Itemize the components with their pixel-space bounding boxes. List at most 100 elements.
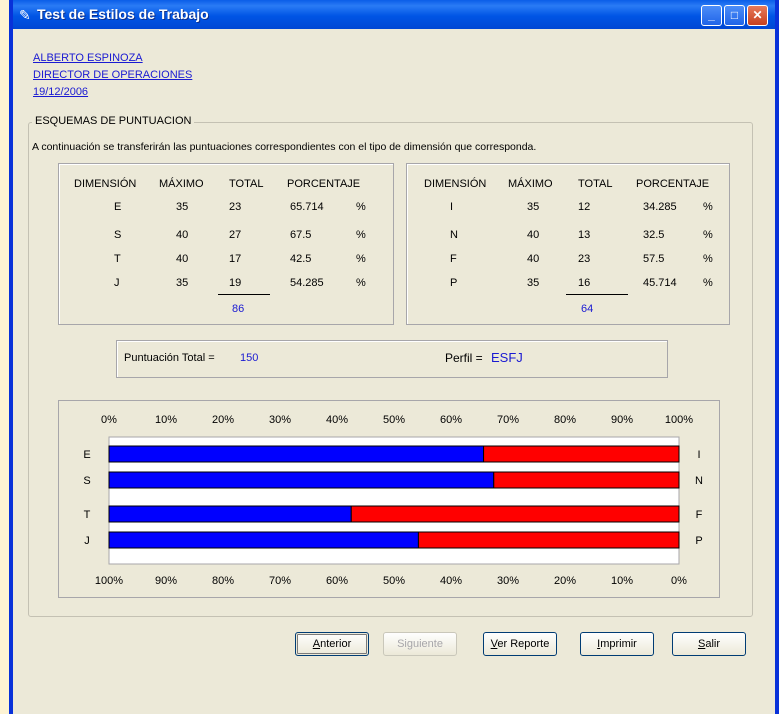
row-total: 27: [229, 229, 242, 241]
ver-reporte-rest: er Reporte: [497, 638, 550, 650]
instructions-text: A continuación se transferirán las puntu…: [32, 141, 537, 153]
app-icon: ✎: [19, 7, 31, 23]
bottom-tick-label: 90%: [155, 575, 177, 587]
col-header-maximo: MÁXIMO: [159, 178, 204, 190]
chart-svg: 0% 10% 20% 30% 40% 50% 60% 70% 80% 90% 100% 100% 90%…: [83, 414, 703, 587]
left-dimension-label: S: [83, 475, 90, 487]
row-pct-sign: %: [356, 253, 366, 265]
bottom-tick-label: 40%: [440, 575, 462, 587]
row-max: 40: [527, 253, 540, 265]
bottom-tick-label: 20%: [554, 575, 576, 587]
anterior-rest: nterior: [320, 638, 352, 650]
row-dim: I: [450, 201, 454, 213]
row-max: 40: [176, 253, 189, 265]
row-dim: F: [450, 253, 457, 265]
row-dim: J: [114, 277, 120, 289]
right-dimension-label: I: [697, 449, 700, 461]
bar-segment-I: [483, 445, 680, 463]
left-dimension-label: J: [84, 535, 90, 547]
top-tick-label: 80%: [554, 414, 576, 426]
row-max: 35: [527, 277, 540, 289]
row-max: 35: [176, 277, 189, 289]
left-dimension-label: E: [83, 449, 90, 461]
salir-rest: alir: [705, 638, 720, 650]
anterior-button[interactable]: Anterior: [295, 632, 369, 656]
groupbox-legend: ESQUEMAS DE PUNTUACION: [32, 115, 195, 127]
top-tick-label: 0%: [101, 414, 117, 426]
anterior-accel: A: [312, 638, 321, 650]
row-dim: N: [450, 229, 458, 241]
bottom-tick-label: 50%: [383, 575, 405, 587]
row-dim: T: [114, 253, 121, 265]
siguiente-label: Siguiente: [397, 638, 443, 650]
total-score-value: 150: [240, 352, 259, 364]
row-pct: 67.5: [290, 229, 312, 241]
row-pct-sign: %: [703, 253, 713, 265]
salir-button[interactable]: Salir: [672, 632, 746, 656]
row-total: 13: [578, 229, 591, 241]
row-total: 19: [229, 277, 242, 289]
total-score-label: Puntuación Total =: [124, 352, 215, 364]
col-header-dimension: DIMENSIÓN: [424, 178, 487, 190]
right-dimension-label: N: [695, 475, 703, 487]
col-header-dimension: DIMENSIÓN: [74, 178, 137, 190]
row-pct-sign: %: [356, 277, 366, 289]
top-tick-label: 30%: [269, 414, 291, 426]
title-bar[interactable]: ✎ Test de Estilos de Trabajo _ □ ✕: [13, 0, 775, 29]
left-dimension-label: T: [84, 509, 91, 521]
dimension-chart: 0% 10% 20% 30% 40% 50% 60% 70% 80% 90% 100% 100% 90%…: [58, 400, 720, 598]
bottom-tick-label: 80%: [212, 575, 234, 587]
bar-segment-S: [108, 471, 495, 489]
col-header-maximo: MÁXIMO: [508, 178, 553, 190]
siguiente-button[interactable]: Siguiente: [383, 632, 457, 656]
imprimir-button[interactable]: Imprimir: [580, 632, 654, 656]
perfil-label: Perfil =: [445, 351, 483, 365]
perfil-value: ESFJ: [491, 350, 523, 365]
top-tick-label: 100%: [665, 414, 693, 426]
row-pct-sign: %: [356, 229, 366, 241]
col-header-porcentaje: PORCENTAJE: [287, 178, 361, 190]
row-total: 16: [578, 277, 591, 289]
col-header-total: TOTAL: [229, 178, 264, 190]
right-dimension-label: F: [696, 509, 703, 521]
row-pct-sign: %: [703, 229, 713, 241]
user-name: ALBERTO ESPINOZA: [33, 52, 143, 64]
top-tick-label: 50%: [383, 414, 405, 426]
row-pct: 65.714: [290, 201, 324, 213]
bottom-tick-label: 0%: [671, 575, 687, 587]
ver-reporte-button[interactable]: Ver Reporte: [483, 632, 557, 656]
top-tick-label: 70%: [497, 414, 519, 426]
test-date: 19/12/2006: [33, 86, 89, 98]
minimize-button[interactable]: _: [701, 5, 722, 26]
row-pct-sign: %: [356, 201, 366, 213]
maximize-button[interactable]: □: [724, 5, 745, 26]
bar-segment-J: [108, 531, 419, 549]
top-tick-label: 20%: [212, 414, 234, 426]
top-tick-label: 90%: [611, 414, 633, 426]
right-dimension-label: P: [695, 535, 702, 547]
left-sum: 86: [232, 303, 245, 315]
row-total: 23: [229, 201, 242, 213]
right-sum: 64: [581, 303, 594, 315]
bottom-tick-label: 100%: [95, 575, 123, 587]
row-pct: 54.285: [290, 277, 324, 289]
bottom-tick-label: 10%: [611, 575, 633, 587]
row-max: 40: [176, 229, 189, 241]
col-header-total: TOTAL: [578, 178, 613, 190]
bar-segment-P: [417, 531, 680, 549]
imprimir-rest: mprimir: [600, 638, 637, 650]
row-pct: 34.285: [643, 201, 677, 213]
close-button[interactable]: ✕: [747, 5, 768, 26]
row-dim: P: [450, 277, 458, 289]
bar-segment-F: [350, 505, 680, 523]
row-max: 35: [527, 201, 540, 213]
bottom-tick-label: 30%: [497, 575, 519, 587]
bar-segment-E: [108, 445, 485, 463]
col-header-porcentaje: PORCENTAJE: [636, 178, 710, 190]
sum-divider: [566, 294, 628, 295]
row-pct: 45.714: [643, 277, 677, 289]
bar-segment-T: [108, 505, 352, 523]
row-max: 40: [527, 229, 540, 241]
row-pct-sign: %: [703, 201, 713, 213]
row-total: 23: [578, 253, 591, 265]
